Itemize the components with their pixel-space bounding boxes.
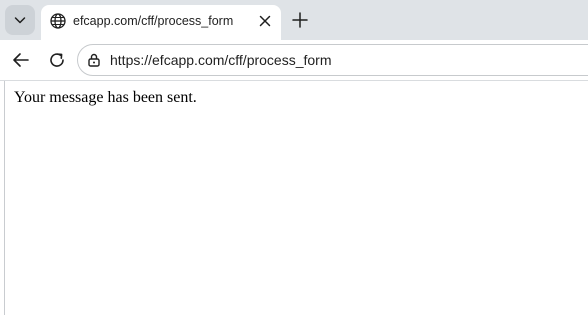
browser-toolbar: https://efcapp.com/cff/process_form bbox=[0, 40, 588, 81]
back-arrow-icon bbox=[11, 50, 31, 70]
browser-window: efcapp.com/cff/process_form https://efca… bbox=[0, 0, 588, 315]
chevron-down-icon bbox=[13, 13, 27, 27]
tab-active[interactable]: efcapp.com/cff/process_form bbox=[41, 5, 281, 40]
globe-icon bbox=[49, 12, 67, 30]
plus-icon bbox=[291, 11, 309, 29]
close-icon[interactable] bbox=[256, 12, 274, 30]
tab-search-button[interactable] bbox=[5, 5, 35, 35]
address-bar[interactable]: https://efcapp.com/cff/process_form bbox=[77, 44, 588, 76]
url-text[interactable]: https://efcapp.com/cff/process_form bbox=[110, 51, 332, 69]
reload-icon bbox=[47, 50, 67, 70]
back-button[interactable] bbox=[8, 47, 34, 73]
confirmation-message: Your message has been sent. bbox=[14, 89, 197, 106]
reload-button[interactable] bbox=[44, 47, 70, 73]
new-tab-button[interactable] bbox=[288, 8, 312, 32]
tab-strip: efcapp.com/cff/process_form bbox=[0, 0, 588, 40]
page-content: Your message has been sent. bbox=[4, 81, 588, 315]
site-info-icon[interactable] bbox=[85, 51, 103, 69]
tab-title: efcapp.com/cff/process_form bbox=[73, 14, 234, 28]
